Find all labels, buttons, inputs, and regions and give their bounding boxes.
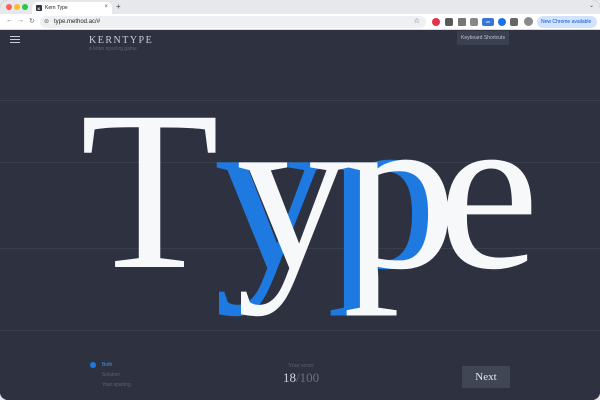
minimize-window-icon[interactable] <box>14 4 20 10</box>
browser-tab[interactable]: K Kern Type × <box>32 2 112 14</box>
option-label: Solution <box>102 372 121 378</box>
browser-toolbar: ← → ↻ ⊜ type.method.ac/# ☆ on New Chrome… <box>0 14 600 37</box>
extension-icon[interactable] <box>498 18 506 26</box>
score-label: Your score <box>288 363 314 369</box>
update-chip-label: New Chrome available <box>541 19 592 25</box>
kerning-stage[interactable]: y p T y p e <box>0 30 600 400</box>
forward-icon[interactable]: → <box>17 17 24 24</box>
draggable-letter[interactable]: T <box>80 77 219 305</box>
reload-icon[interactable]: ↻ <box>29 17 35 25</box>
address-bar[interactable]: ⊜ type.method.ac/# ☆ <box>40 16 426 28</box>
radio-dot-icon <box>90 362 96 368</box>
extension-icon[interactable] <box>470 18 478 26</box>
score-value: 18/100 <box>276 370 326 386</box>
maximize-window-icon[interactable] <box>22 4 28 10</box>
extensions-puzzle-icon[interactable] <box>510 18 518 26</box>
back-icon[interactable]: ← <box>6 17 13 24</box>
tab-search-icon[interactable]: ⌄ <box>589 2 594 9</box>
profile-avatar[interactable] <box>524 17 533 26</box>
extension-icon[interactable] <box>432 18 440 26</box>
bookmark-star-icon[interactable]: ☆ <box>414 16 420 28</box>
option-solution[interactable]: Solution <box>90 370 131 380</box>
site-info-icon[interactable]: ⊜ <box>44 16 49 28</box>
tab-title: Kern Type <box>45 5 68 11</box>
option-label: Your spacing <box>102 382 131 388</box>
tab-close-icon[interactable]: × <box>104 4 108 10</box>
option-label: Both <box>102 362 113 368</box>
draggable-letter[interactable]: y <box>236 77 350 305</box>
extension-icon[interactable] <box>458 18 466 26</box>
score-number: 18 <box>282 370 296 385</box>
score-panel: Your score 18/100 <box>276 363 326 386</box>
site-favicon-icon: K <box>36 5 42 11</box>
option-both[interactable]: Both <box>90 360 131 370</box>
draggable-letter[interactable]: e <box>438 77 539 305</box>
option-your-spacing[interactable]: Your spacing <box>90 380 131 390</box>
browser-window: K Kern Type × + ⌄ ← → ↻ ⊜ type.method.ac… <box>0 0 600 400</box>
game-page: KERNTYPE a letter spacing game Keyboard … <box>0 30 600 400</box>
new-tab-button[interactable]: + <box>116 2 121 11</box>
url-text: type.method.ac/# <box>54 19 101 25</box>
extension-badge-icon[interactable]: on <box>482 18 494 26</box>
view-options: Both Solution Your spacing <box>90 360 131 390</box>
radio-dot-icon <box>90 372 96 378</box>
tab-bar: K Kern Type × + ⌄ <box>0 0 600 14</box>
extension-icon[interactable] <box>445 18 453 26</box>
close-window-icon[interactable] <box>6 4 12 10</box>
score-max: 100 <box>299 370 320 385</box>
radio-dot-icon <box>90 382 96 388</box>
update-chrome-button[interactable]: New Chrome available ⋮ <box>537 16 597 37</box>
next-button[interactable]: Next <box>462 366 510 388</box>
